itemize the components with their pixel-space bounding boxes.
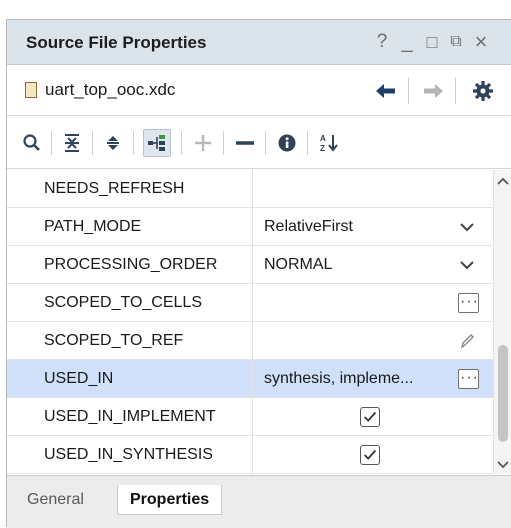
pencil-icon[interactable] [459, 332, 475, 350]
properties-table: NEEDS_REFRESH PATH_MODE RelativeFirst PR… [7, 170, 493, 474]
show-hierarchy-icon[interactable] [143, 129, 171, 157]
divider [265, 131, 266, 155]
chevron-down-icon[interactable] [459, 220, 475, 234]
close-button[interactable]: × [470, 29, 492, 55]
property-value[interactable] [254, 322, 493, 360]
table-row[interactable]: PATH_MODE RelativeFirst [7, 208, 493, 246]
tab-bar: General Properties [7, 475, 511, 528]
expand-all-icon[interactable] [99, 129, 127, 157]
property-value[interactable] [254, 436, 493, 474]
divider [181, 131, 182, 155]
table-row[interactable]: USED_IN_SYNTHESIS [7, 436, 493, 474]
scrollbar-thumb[interactable] [498, 345, 508, 442]
vertical-scrollbar[interactable] [493, 170, 511, 474]
used-in-value: synthesis, impleme... [264, 370, 414, 387]
table-row-selected[interactable]: USED_IN synthesis, impleme... [7, 360, 493, 398]
property-value[interactable] [254, 170, 493, 208]
table-row[interactable]: SCOPED_TO_CELLS [7, 284, 493, 322]
property-name: SCOPED_TO_CELLS [7, 284, 253, 322]
property-name: USED_IN_IMPLEMENT [7, 398, 253, 436]
property-value[interactable]: NORMAL [254, 246, 493, 284]
property-value[interactable]: RelativeFirst [254, 208, 493, 246]
property-value[interactable] [254, 398, 493, 436]
property-name: PROCESSING_ORDER [7, 246, 253, 284]
maximize-button[interactable]: □ [421, 29, 443, 55]
add-icon[interactable] [189, 129, 217, 157]
checkbox-checked[interactable] [360, 407, 380, 427]
scroll-up-icon[interactable] [497, 176, 509, 186]
ellipsis-button[interactable] [458, 360, 479, 397]
divider [455, 78, 456, 104]
tab-properties[interactable]: Properties [117, 485, 223, 515]
property-name: PATH_MODE [7, 208, 253, 246]
search-icon[interactable] [18, 129, 46, 157]
table-row[interactable]: SCOPED_TO_REF [7, 322, 493, 360]
toolbar: AZ [7, 117, 511, 169]
divider [223, 131, 224, 155]
source-file-properties-panel: Source File Properties ? _ □ ⧉ × uart_to… [6, 19, 511, 528]
chevron-down-icon[interactable] [459, 258, 475, 272]
file-icon [25, 82, 37, 98]
divider [408, 78, 409, 104]
processing-order-value: NORMAL [264, 256, 333, 273]
gear-icon[interactable] [470, 79, 496, 103]
title-bar: Source File Properties ? _ □ ⧉ × [7, 20, 511, 65]
collapse-all-icon[interactable] [58, 129, 86, 157]
table-row[interactable]: USED_IN_IMPLEMENT [7, 398, 493, 436]
divider [307, 131, 308, 155]
property-value[interactable] [254, 284, 493, 322]
help-button[interactable]: ? [371, 29, 393, 55]
checkbox-checked[interactable] [360, 445, 380, 465]
minimize-button[interactable]: _ [396, 29, 418, 55]
sort-icon[interactable]: AZ [315, 129, 343, 157]
svg-text:A: A [320, 134, 326, 143]
panel-title: Source File Properties [26, 33, 207, 52]
svg-text:Z: Z [320, 144, 325, 153]
forward-arrow-icon[interactable] [420, 79, 446, 103]
property-value[interactable]: synthesis, impleme... [254, 360, 493, 398]
property-name: USED_IN_SYNTHESIS [7, 436, 253, 474]
ellipsis-button[interactable] [458, 284, 479, 321]
path-mode-value: RelativeFirst [264, 218, 353, 235]
remove-icon[interactable] [231, 129, 259, 157]
file-name: uart_top_ooc.xdc [45, 80, 176, 99]
back-arrow-icon[interactable] [373, 79, 399, 103]
property-name: USED_IN [7, 360, 253, 398]
scroll-down-icon[interactable] [497, 460, 509, 470]
table-row[interactable]: PROCESSING_ORDER NORMAL [7, 246, 493, 284]
property-name: SCOPED_TO_REF [7, 322, 253, 360]
table-row[interactable]: NEEDS_REFRESH [7, 170, 493, 208]
float-button[interactable]: ⧉ [445, 29, 467, 55]
property-name: NEEDS_REFRESH [7, 170, 253, 208]
divider [133, 131, 134, 155]
divider [51, 131, 52, 155]
file-bar: uart_top_ooc.xdc [7, 66, 511, 116]
info-icon[interactable] [273, 129, 301, 157]
tab-general[interactable]: General [15, 485, 96, 515]
divider [92, 131, 93, 155]
